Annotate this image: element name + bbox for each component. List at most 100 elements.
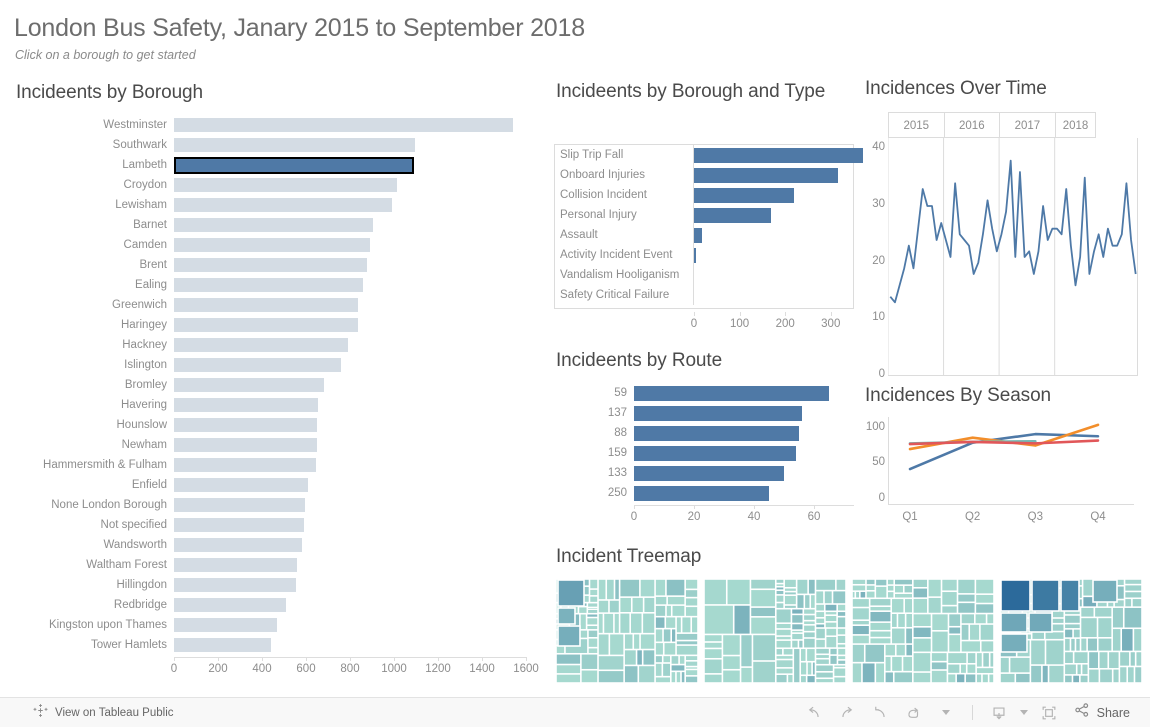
treemap-cell[interactable] (685, 656, 698, 661)
treemap-cell[interactable] (956, 674, 965, 683)
treemap-cell[interactable] (852, 608, 869, 620)
type-bar-row[interactable]: Collision Incident (555, 185, 853, 205)
borough-bar-row[interactable]: None London Borough (14, 495, 544, 515)
refresh-button[interactable] (898, 701, 928, 725)
treemap-cell[interactable] (976, 674, 982, 683)
treemap-cell[interactable] (834, 665, 846, 667)
treemap-cell[interactable] (751, 607, 775, 617)
treemap-cell[interactable] (784, 595, 796, 605)
treemap-cell[interactable] (816, 648, 829, 654)
treemap-cell[interactable] (588, 638, 598, 647)
treemap-cell[interactable] (837, 644, 846, 648)
treemap-cell[interactable] (776, 656, 793, 659)
route-bar[interactable] (634, 386, 829, 401)
treemap-cell[interactable] (958, 603, 975, 613)
type-bar[interactable] (694, 168, 838, 183)
treemap-cell[interactable] (894, 672, 913, 683)
treemap-cell[interactable] (887, 585, 894, 591)
treemap-cell[interactable] (1125, 579, 1142, 584)
treemap-cell[interactable] (928, 597, 941, 613)
treemap-cell[interactable] (792, 609, 803, 614)
season-line-2015[interactable] (908, 432, 1100, 471)
treemap-cell[interactable] (1134, 629, 1142, 651)
treemap-cell[interactable] (816, 612, 825, 618)
treemap-cell[interactable] (838, 656, 846, 660)
treemap-cell[interactable] (663, 663, 671, 676)
treemap-cell[interactable] (913, 672, 931, 683)
borough-bar-row[interactable]: Haringey (14, 315, 544, 335)
treemap-cell[interactable] (1120, 667, 1127, 683)
treemap-cell[interactable] (632, 597, 643, 612)
treemap-cell[interactable] (898, 614, 905, 627)
treemap-cell[interactable] (816, 672, 833, 678)
treemap-cell[interactable] (776, 579, 784, 583)
treemap-cell[interactable] (816, 618, 825, 623)
treemap-cell[interactable] (776, 587, 784, 590)
route-bar-row[interactable]: 159 (554, 443, 854, 463)
fullscreen-button[interactable] (1034, 701, 1064, 725)
treemap-cell[interactable] (685, 607, 698, 616)
treemap-cell[interactable] (913, 627, 931, 638)
route-bar[interactable] (634, 486, 769, 501)
treemap-cell[interactable] (753, 661, 775, 683)
treemap-cell[interactable] (1099, 652, 1108, 669)
treemap-cell[interactable] (1065, 615, 1080, 623)
borough-bar-selected[interactable] (174, 157, 414, 174)
treemap-cell[interactable] (676, 672, 681, 683)
treemap-cell[interactable] (1089, 669, 1099, 683)
treemap-cell[interactable] (913, 614, 931, 627)
treemap-cell[interactable] (590, 589, 598, 596)
treemap-cell[interactable] (1077, 664, 1081, 675)
type-bar[interactable] (694, 148, 863, 163)
treemap-cell[interactable] (704, 605, 733, 634)
treemap-cell[interactable] (816, 628, 825, 639)
treemap-cell[interactable] (598, 600, 609, 613)
borough-bar[interactable] (174, 538, 302, 552)
treemap-cell[interactable] (838, 648, 846, 655)
treemap-cell[interactable] (723, 656, 740, 669)
treemap-cell[interactable] (620, 613, 630, 633)
treemap-cell[interactable] (852, 635, 869, 644)
treemap-cell-large[interactable] (557, 607, 576, 625)
treemap-cell-large[interactable] (1000, 612, 1028, 633)
treemap-cell[interactable] (1065, 629, 1073, 638)
treemap-cell[interactable] (799, 640, 803, 648)
treemap-cell[interactable] (1125, 585, 1142, 591)
treemap-cell[interactable] (590, 596, 598, 602)
revert-button[interactable] (865, 701, 895, 725)
treemap-cell[interactable] (776, 603, 784, 608)
treemap-cell[interactable] (852, 625, 869, 635)
borough-bar-row[interactable]: Brent (14, 255, 544, 275)
treemap-cell[interactable] (784, 605, 796, 608)
treemap-cell[interactable] (655, 677, 671, 683)
treemap-cell[interactable] (801, 676, 806, 683)
treemap-cell[interactable] (753, 635, 775, 661)
treemap-cell[interactable] (804, 621, 815, 625)
treemap-cell[interactable] (685, 670, 698, 676)
treemap-cell[interactable] (634, 634, 640, 649)
route-bar[interactable] (634, 446, 796, 461)
treemap-cell[interactable] (640, 634, 655, 649)
treemap-cell[interactable] (1082, 664, 1088, 675)
treemap-cell-large[interactable] (1092, 579, 1118, 603)
treemap-cell[interactable] (671, 656, 679, 664)
treemap-cell[interactable] (807, 676, 815, 683)
treemap-cell[interactable] (741, 635, 752, 667)
treemap-cell[interactable] (1122, 629, 1133, 651)
treemap-cell[interactable] (837, 635, 846, 643)
treemap-cell[interactable] (1065, 624, 1080, 629)
treemap-cell[interactable] (685, 676, 698, 683)
treemap-cell[interactable] (794, 649, 800, 683)
borough-bar-row[interactable]: Kingston upon Thames (14, 615, 544, 635)
treemap-cell[interactable] (870, 622, 891, 630)
treemap-cell[interactable] (640, 579, 655, 597)
treemap-cell[interactable] (885, 656, 891, 671)
treemap-cell[interactable] (1135, 667, 1142, 683)
type-bar[interactable] (694, 228, 702, 243)
treemap-cell[interactable] (598, 613, 603, 633)
treemap-cell[interactable] (1065, 675, 1072, 683)
treemap-cell[interactable] (1073, 629, 1080, 638)
treemap-cell[interactable] (949, 614, 961, 626)
treemap-cell[interactable] (903, 656, 913, 671)
treemap-cell[interactable] (598, 656, 624, 670)
